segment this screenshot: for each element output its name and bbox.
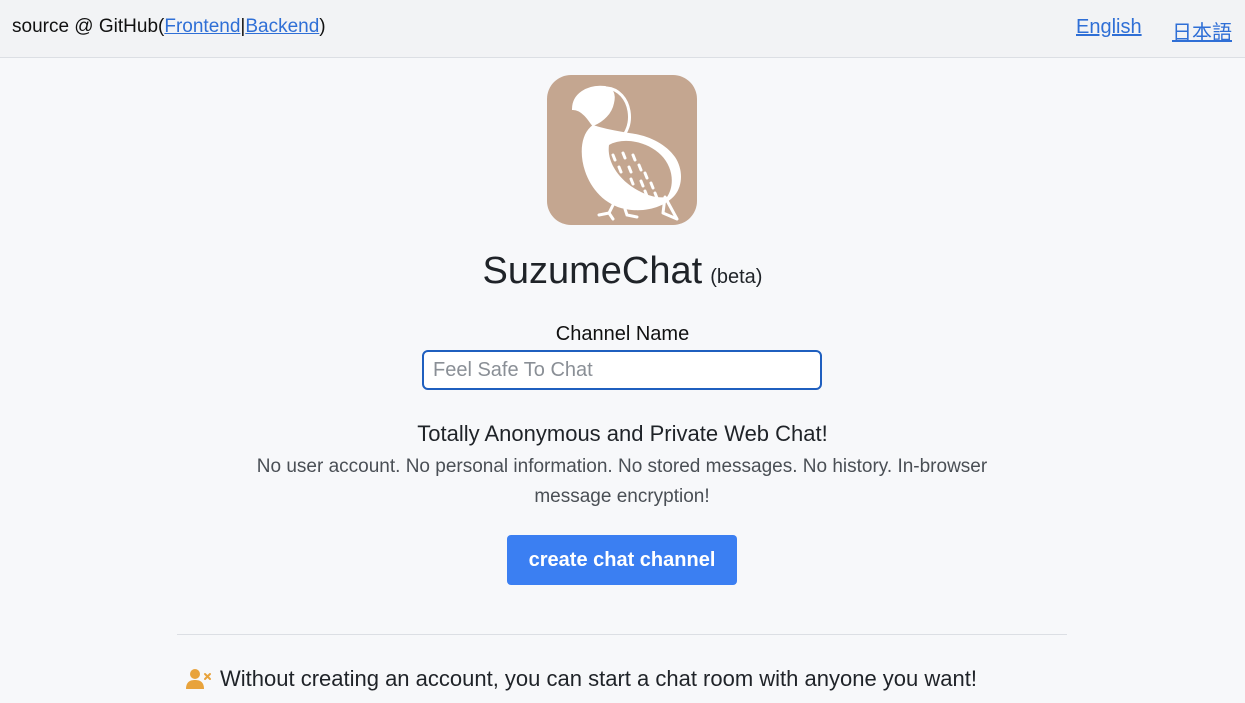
title-row: SuzumeChat (beta) [0,250,1245,293]
language-english: English [1076,16,1142,39]
source-suffix: ) [319,16,326,37]
language-english-link[interactable]: English [1076,16,1142,38]
source-line: source @ GitHub(Frontend|Backend) [12,16,326,38]
channel-name-label: Channel Name [555,323,690,345]
language-japanese: 日本語 [1172,16,1232,45]
language-japanese-link[interactable]: 日本語 [1172,22,1232,44]
app-title: SuzumeChat [482,250,703,292]
top-bar: source @ GitHub(Frontend|Backend) Englis… [0,0,1245,58]
beta-tag: (beta) [710,266,763,288]
create-chat-channel-button[interactable]: create chat channel [507,535,737,585]
backend-link[interactable]: Backend [245,16,319,37]
intro-headline: Totally Anonymous and Private Web Chat! [417,421,828,446]
user-x-icon [186,667,212,691]
feature-text: Without creating an account, you can sta… [220,666,977,691]
intro-description: No user account. No personal information… [256,456,988,507]
source-prefix: source @ GitHub( [12,16,165,37]
feature-item: Without creating an account, you can sta… [186,666,977,692]
frontend-link[interactable]: Frontend [164,16,240,37]
section-divider [177,634,1067,635]
sparrow-icon [547,75,697,225]
channel-name-input[interactable] [422,350,822,390]
